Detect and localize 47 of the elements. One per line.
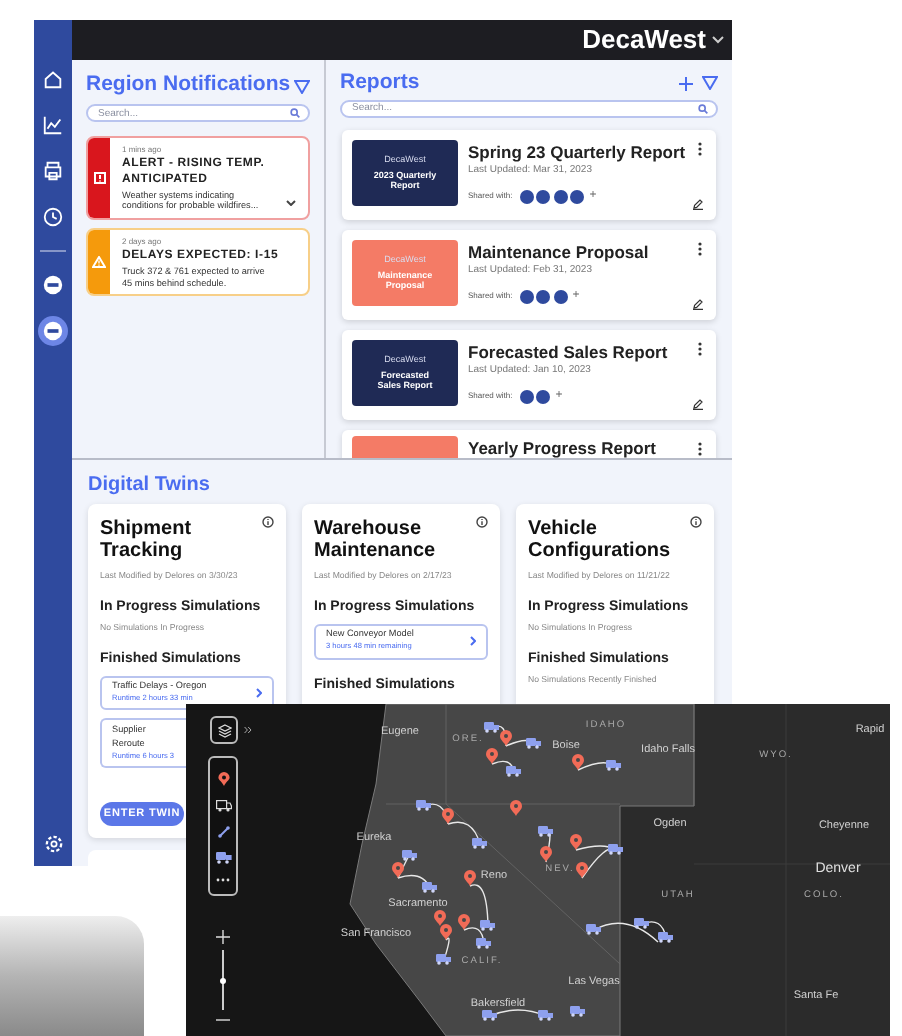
zoom-slider[interactable] (220, 950, 226, 1010)
report-card[interactable]: Yearly Progress Report (342, 429, 716, 458)
home-icon (42, 68, 64, 90)
edit-icon[interactable] (692, 397, 704, 410)
edit-icon[interactable] (692, 197, 704, 210)
info-icon[interactable] (476, 516, 488, 528)
settings-icon[interactable] (43, 834, 63, 854)
add-icon[interactable] (678, 75, 694, 92)
edit-icon[interactable] (692, 297, 704, 310)
chevron-down-icon[interactable] (286, 199, 296, 206)
route-icon[interactable] (217, 825, 229, 837)
nav-item[interactable] (38, 270, 68, 300)
truck-icon[interactable] (215, 851, 231, 863)
line-chart-icon (42, 114, 64, 136)
info-icon[interactable] (690, 516, 702, 528)
location-pin-icon[interactable] (217, 771, 229, 785)
panel-title: Reports (340, 68, 420, 98)
laptop-drawing (0, 916, 144, 1036)
truck-icon[interactable] (215, 799, 231, 811)
filter-icon[interactable] (702, 76, 718, 91)
card-title: Warehouse Maintenance (314, 518, 438, 562)
zoom-slider-thumb[interactable] (220, 977, 226, 983)
panel-title: Region Notifications (86, 70, 291, 101)
report-title: Forecasted Sales Report (468, 341, 668, 362)
nav-item[interactable] (38, 316, 68, 346)
printer-icon (42, 160, 64, 182)
report-title: Yearly Progress Report (468, 437, 657, 458)
chevron-right-icon (470, 636, 476, 647)
card-title: Shipment Tracking (100, 518, 194, 562)
zoom-in-icon[interactable] (216, 930, 230, 944)
organization-name[interactable]: DecaWest (582, 20, 706, 60)
warning-icon (92, 255, 106, 268)
search-icon (290, 108, 300, 118)
chevron-right-icon (256, 688, 262, 699)
alert-icon (93, 171, 105, 184)
expand-icon[interactable] (244, 726, 252, 734)
layers-icon (217, 723, 231, 737)
info-icon[interactable] (262, 516, 274, 528)
report-title: Spring 23 Quarterly Report (468, 141, 686, 162)
clock-icon (42, 206, 64, 228)
section-title: Digital Twins (88, 472, 212, 498)
card-title: Vehicle Configurations (528, 518, 673, 562)
filter-icon[interactable] (294, 79, 310, 93)
layers-button[interactable] (210, 716, 238, 744)
nav-item[interactable] (38, 202, 68, 232)
report-title: Maintenance Proposal (468, 241, 649, 262)
search-icon (698, 103, 708, 114)
